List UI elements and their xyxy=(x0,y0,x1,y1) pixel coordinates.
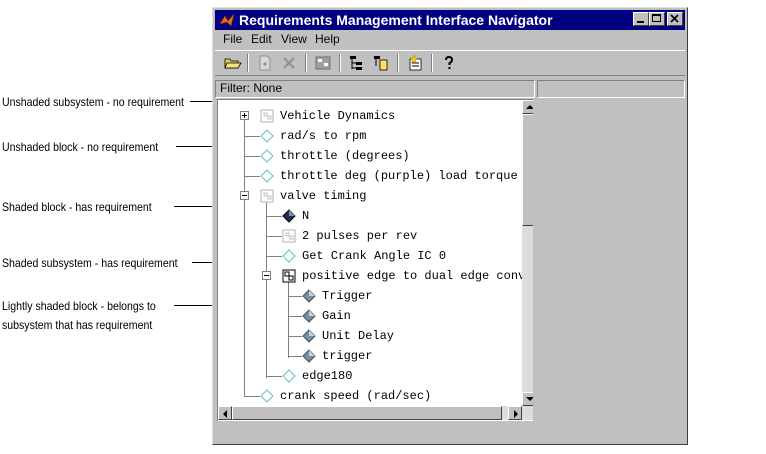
scroll-right-button[interactable] xyxy=(508,406,522,420)
vertical-scrollbar[interactable] xyxy=(522,100,533,420)
tree-line xyxy=(244,176,260,177)
close-icon xyxy=(670,14,679,23)
block-light-shaded-icon xyxy=(302,289,316,303)
expand-toggle[interactable] xyxy=(240,111,249,120)
tree-expand-icon[interactable] xyxy=(371,54,391,72)
tree-item-label[interactable]: Get Crank Angle IC 0 xyxy=(302,248,446,264)
tree-line xyxy=(244,156,260,157)
tree-line xyxy=(288,356,302,357)
tree-item-label[interactable]: N xyxy=(302,208,309,224)
tree-line xyxy=(266,216,282,217)
tree-collapse-icon[interactable] xyxy=(347,54,367,72)
scroll-thumb[interactable] xyxy=(522,114,533,226)
toolbar-separator xyxy=(339,54,341,72)
navigator-window: Requirements Management Interface Naviga… xyxy=(212,7,688,445)
horizontal-scrollbar[interactable] xyxy=(218,406,522,420)
tree-item-label[interactable]: trigger xyxy=(322,348,372,364)
maximize-button[interactable] xyxy=(649,12,665,26)
right-panel-header xyxy=(537,80,685,98)
up-arrow-icon xyxy=(526,105,533,109)
collapse-toggle[interactable] xyxy=(262,271,271,280)
subsystem-unshaded-icon xyxy=(260,189,274,203)
menu-file[interactable]: File xyxy=(223,31,242,47)
block-unshaded-icon xyxy=(260,169,274,183)
tree-line xyxy=(288,316,302,317)
tree-item-label[interactable]: edge180 xyxy=(302,368,352,384)
delete-x-icon[interactable] xyxy=(279,54,299,72)
block-light-shaded-icon xyxy=(302,329,316,343)
toolbar-separator xyxy=(397,54,399,72)
block-unshaded-icon xyxy=(260,129,274,143)
new-doc-icon[interactable] xyxy=(255,54,275,72)
add-requirement-icon[interactable] xyxy=(405,54,425,72)
toolbar-separator xyxy=(305,54,307,72)
subsystem-shaded-icon xyxy=(282,269,296,283)
collapse-toggle[interactable] xyxy=(240,191,249,200)
open-folder-icon[interactable] xyxy=(223,54,243,72)
annotation-lightly-shaded-block-line2: subsystem that has requirement xyxy=(2,318,153,332)
left-arrow-icon xyxy=(223,410,227,418)
block-shaded-icon xyxy=(282,209,296,223)
matlab-logo-icon xyxy=(219,13,235,27)
tree-line xyxy=(266,256,282,257)
help-question-icon[interactable] xyxy=(439,54,459,72)
annotation-unshaded-subsystem: Unshaded subsystem - no requirement xyxy=(2,95,184,109)
block-light-shaded-icon xyxy=(302,309,316,323)
requirements-tree[interactable]: Vehicle Dynamics rad/s to rpm throttle (… xyxy=(217,99,533,421)
window-title: Requirements Management Interface Naviga… xyxy=(239,12,553,28)
tree-line xyxy=(266,202,267,378)
block-unshaded-icon xyxy=(282,249,296,263)
subsystem-unshaded-icon xyxy=(260,109,274,123)
tree-item-label[interactable]: throttle deg (purple) load torque l xyxy=(280,168,532,184)
subsystem-unshaded-icon xyxy=(282,229,296,243)
annotation-unshaded-block: Unshaded block - no requirement xyxy=(2,140,159,154)
title-bar[interactable]: Requirements Management Interface Naviga… xyxy=(215,10,685,30)
toolbar-separator xyxy=(247,54,249,72)
tree-item-label[interactable]: rad/s to rpm xyxy=(280,128,366,144)
tree-item-label[interactable]: Trigger xyxy=(322,288,372,304)
tree-item-label[interactable]: 2 pulses per rev xyxy=(302,228,417,244)
right-arrow-icon xyxy=(514,410,518,418)
model-icon[interactable] xyxy=(313,54,333,72)
tree-line xyxy=(266,376,282,377)
scroll-down-button[interactable] xyxy=(522,392,533,406)
close-button[interactable] xyxy=(667,12,683,26)
menu-bar: File Edit View Help xyxy=(215,30,685,48)
down-arrow-icon xyxy=(526,397,533,401)
tree-item-label[interactable]: throttle (degrees) xyxy=(280,148,410,164)
annotation-shaded-subsystem: Shaded subsystem - has requirement xyxy=(2,256,178,270)
tree-line xyxy=(288,336,302,337)
tree-line xyxy=(288,282,289,358)
tree-item-label[interactable]: positive edge to dual edge conve xyxy=(302,268,532,284)
menu-edit[interactable]: Edit xyxy=(251,31,272,47)
tree-line xyxy=(266,236,282,237)
tree-line xyxy=(288,296,302,297)
tree-item-label[interactable]: Unit Delay xyxy=(322,328,394,344)
block-unshaded-icon xyxy=(282,369,296,383)
tree-line xyxy=(244,396,260,397)
tree-item-label[interactable]: Gain xyxy=(322,308,351,324)
tree-item-label[interactable]: crank speed (rad/sec) xyxy=(280,388,431,404)
tree-item-label[interactable]: Vehicle Dynamics xyxy=(280,108,395,124)
annotation-shaded-block: Shaded block - has requirement xyxy=(2,200,152,214)
filter-status: Filter: None xyxy=(215,80,535,98)
block-light-shaded-icon xyxy=(302,349,316,363)
menu-view[interactable]: View xyxy=(281,31,307,47)
scroll-up-button[interactable] xyxy=(522,100,533,114)
scroll-left-button[interactable] xyxy=(218,406,232,420)
tree-item-label[interactable]: valve timing xyxy=(280,188,366,204)
block-unshaded-icon xyxy=(260,149,274,163)
block-unshaded-icon xyxy=(260,389,274,403)
scroll-thumb[interactable] xyxy=(232,406,502,420)
toolbar-separator xyxy=(431,54,433,72)
toolbar xyxy=(215,50,685,76)
menu-help[interactable]: Help xyxy=(315,31,340,47)
annotation-lightly-shaded-block: Lightly shaded block - belongs to xyxy=(2,299,156,313)
tree-line xyxy=(244,136,260,137)
tree-line xyxy=(244,112,245,396)
minimize-button[interactable] xyxy=(633,12,649,26)
